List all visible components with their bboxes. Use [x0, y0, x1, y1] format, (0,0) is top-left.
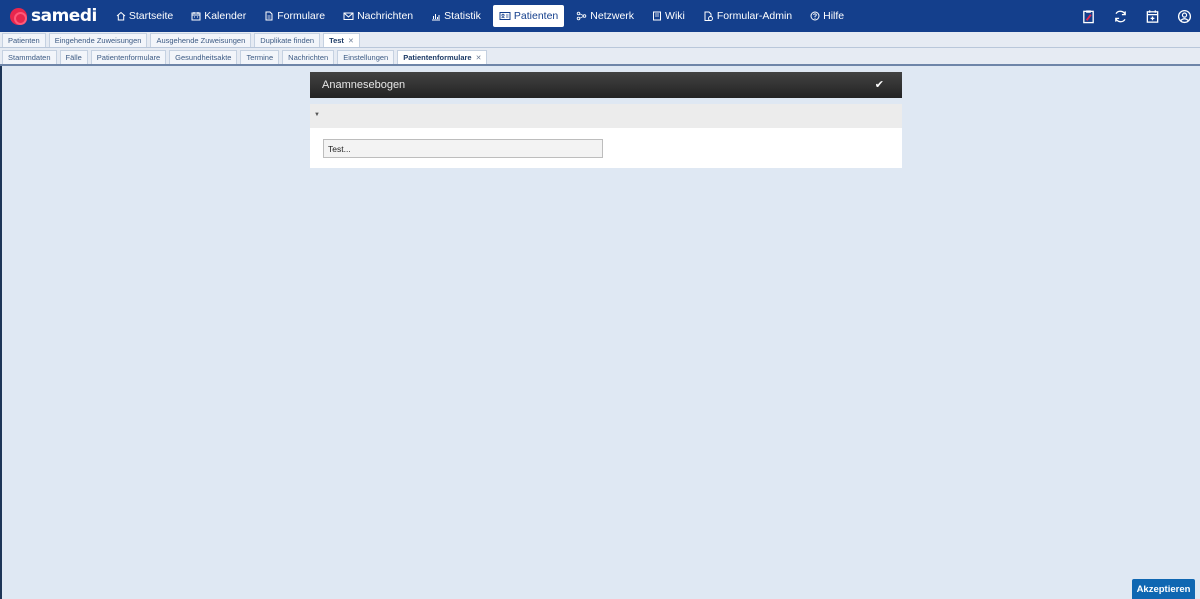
tab-faelle[interactable]: Fälle [59, 50, 88, 64]
nav-label: Startseite [128, 10, 174, 22]
tab-patientenformulare-open[interactable]: Patientenformulare ✕ [397, 50, 488, 64]
samedi-logo[interactable]: samedi [10, 0, 97, 32]
test-text-field[interactable]: Test... [323, 139, 603, 158]
home-icon [116, 11, 126, 21]
nav-formular-admin[interactable]: Formular-Admin [697, 5, 798, 27]
tab-gesundheitsakte[interactable]: Gesundheitsakte [169, 50, 238, 64]
tab-patienten[interactable]: Patienten [2, 33, 46, 47]
nav-kalender[interactable]: Kalender [185, 5, 252, 27]
tab-test[interactable]: Test ✕ [323, 33, 360, 47]
tab-label: Eingehende Zuweisungen [54, 36, 142, 45]
accept-button[interactable]: Akzeptieren [1132, 579, 1195, 599]
calendar-add-icon[interactable] [1144, 8, 1160, 24]
nav-label: Patienten [513, 10, 559, 22]
tab-duplikate-finden[interactable]: Duplikate finden [254, 33, 321, 47]
checkmark-icon[interactable]: ✔ [875, 78, 884, 91]
tab-label: Patientenformulare [96, 53, 161, 62]
tab-label: Stammdaten [8, 53, 51, 62]
nav-label: Kalender [204, 10, 247, 22]
section-body: Test... [310, 128, 902, 168]
nav-label: Statistik [444, 10, 481, 22]
form-admin-icon [703, 11, 714, 22]
tab-label: Gesundheitsakte [175, 53, 232, 62]
main-nav: Startseite Kalender Formulare Nachrichte… [107, 0, 853, 32]
nav-patienten[interactable]: Patienten [492, 5, 565, 27]
network-icon [576, 11, 587, 21]
nav-label: Nachrichten [357, 10, 414, 22]
nav-statistik[interactable]: Statistik [425, 5, 487, 27]
tab-einstellungen[interactable]: Einstellungen [337, 50, 395, 64]
tab-eingehende-zuweisungen[interactable]: Eingehende Zuweisungen [48, 33, 148, 47]
user-account-icon[interactable] [1176, 8, 1192, 24]
book-icon [652, 11, 662, 21]
close-tab-icon[interactable]: ✕ [348, 37, 354, 45]
form-title: Anamnesebogen [322, 79, 406, 91]
calendar-icon [191, 11, 201, 21]
nav-label: Wiki [665, 10, 685, 22]
tab-label: Nachrichten [288, 53, 329, 62]
help-icon [810, 11, 820, 21]
id-card-icon [499, 11, 511, 21]
secondary-tab-row: Stammdaten Fälle Patientenformulare Gesu… [0, 48, 1200, 66]
nav-startseite[interactable]: Startseite [110, 5, 179, 27]
bar-chart-icon [431, 11, 441, 21]
content-left-border [0, 66, 2, 599]
tab-ausgehende-zuweisungen[interactable]: Ausgehende Zuweisungen [150, 33, 252, 47]
nav-label: Formulare [277, 10, 326, 22]
tab-label: Fälle [65, 53, 82, 62]
tab-label: Einstellungen [343, 53, 389, 62]
document-icon [264, 11, 274, 21]
clipboard-alert-icon[interactable] [1080, 8, 1096, 24]
close-tab-icon[interactable]: ✕ [476, 54, 482, 62]
nav-wiki[interactable]: Wiki [646, 5, 691, 27]
nav-label: Hilfe [823, 10, 845, 22]
tab-nachrichten[interactable]: Nachrichten [282, 50, 335, 64]
sync-icon[interactable] [1112, 8, 1128, 24]
envelope-icon [343, 11, 354, 21]
tab-termine[interactable]: Termine [240, 50, 280, 64]
tab-label: Ausgehende Zuweisungen [156, 36, 246, 45]
nav-nachrichten[interactable]: Nachrichten [337, 5, 419, 27]
form-panel: Anamnesebogen ✔ ▼ Test... [310, 72, 902, 168]
brand-name: samedi [31, 6, 97, 26]
tab-label: Duplikate finden [260, 36, 315, 45]
section-header[interactable]: ▼ [310, 104, 902, 128]
nav-hilfe[interactable]: Hilfe [804, 5, 850, 27]
tab-stammdaten[interactable]: Stammdaten [2, 50, 57, 64]
caret-down-icon[interactable]: ▼ [314, 112, 320, 118]
tab-label: Termine [246, 53, 274, 62]
tab-label: Patientenformulare [403, 53, 472, 62]
nav-right-icons [1072, 0, 1200, 32]
nav-label: Formular-Admin [716, 10, 793, 22]
nav-netzwerk[interactable]: Netzwerk [570, 5, 640, 27]
tab-patientenformulare[interactable]: Patientenformulare [90, 50, 167, 64]
form-header: Anamnesebogen ✔ [310, 72, 902, 98]
tab-label: Patienten [8, 36, 40, 45]
samedi-logo-mark-icon [10, 7, 27, 25]
primary-tab-row: Patienten Eingehende Zuweisungen Ausgehe… [0, 32, 1200, 48]
top-navigation-bar: samedi Startseite Kalender Formulare Nac… [0, 0, 1200, 32]
tab-label: Test [329, 36, 344, 45]
nav-label: Netzwerk [590, 10, 635, 22]
nav-formulare[interactable]: Formulare [258, 5, 331, 27]
